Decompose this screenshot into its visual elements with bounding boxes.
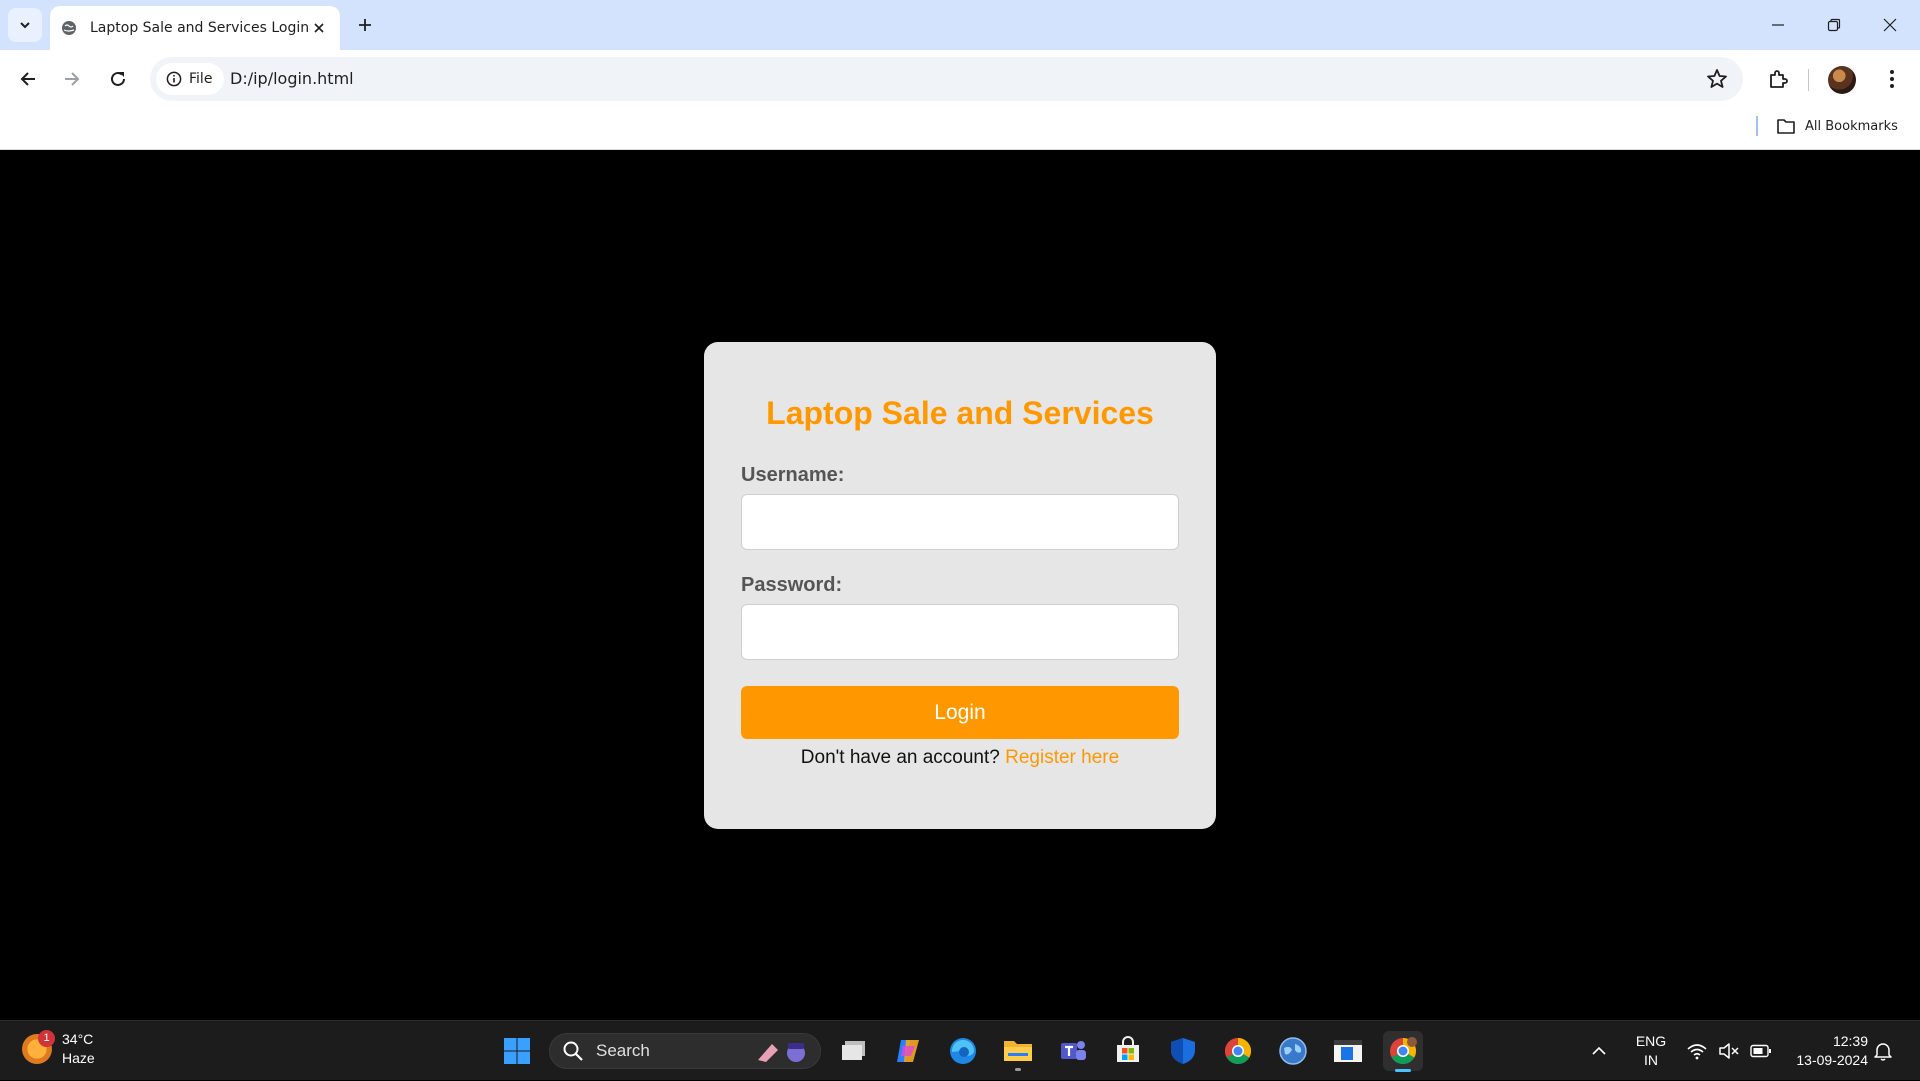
chevron-down-icon: [20, 22, 30, 29]
bookmarks-bar: All Bookmarks: [0, 108, 1920, 150]
login-card: Laptop Sale and Services Username: Passw…: [704, 342, 1216, 829]
language-region: IN: [1644, 1052, 1658, 1068]
active-indicator: [1395, 1069, 1411, 1072]
username-field[interactable]: [741, 494, 1179, 550]
clock-date: 13-09-2024: [1796, 1052, 1868, 1068]
weather-widget[interactable]: 1 34°C Haze: [22, 1030, 95, 1068]
weather-description: Haze: [62, 1050, 95, 1066]
folder-icon: [1777, 119, 1795, 134]
chrome-icon[interactable]: [1218, 1031, 1258, 1071]
weather-temperature: 34°C: [62, 1031, 94, 1047]
forward-button[interactable]: [54, 61, 90, 97]
site-info-label: File: [189, 71, 213, 87]
notification-badge: 1: [38, 1030, 55, 1047]
register-line: Don't have an account? Register here: [741, 747, 1179, 769]
running-indicator: [1015, 1068, 1021, 1071]
tab-title: Laptop Sale and Services Login: [90, 20, 308, 36]
extensions-icon[interactable]: [1762, 63, 1794, 95]
clock-time: 12:39: [1832, 1033, 1868, 1049]
app-window-icon[interactable]: [1328, 1031, 1368, 1071]
all-bookmarks-label: All Bookmarks: [1805, 118, 1898, 134]
language-indicator[interactable]: ENG IN: [1634, 1021, 1668, 1081]
restore-icon: [1827, 18, 1841, 32]
page-viewport: Laptop Sale and Services Username: Passw…: [0, 151, 1920, 1020]
copilot-icon[interactable]: [888, 1031, 928, 1071]
bookmark-star-icon[interactable]: [1705, 67, 1729, 91]
windows-start-icon[interactable]: [497, 1031, 537, 1071]
search-label: Search: [596, 1041, 650, 1060]
notifications-button[interactable]: [1874, 1021, 1892, 1081]
info-icon: [166, 71, 182, 87]
back-button[interactable]: [10, 61, 46, 97]
globe-icon: [60, 19, 78, 37]
password-field[interactable]: [741, 604, 1179, 660]
tab-strip: Laptop Sale and Services Login: [0, 0, 1920, 50]
bell-icon: [1874, 1043, 1892, 1061]
weather-icon: 1: [22, 1030, 55, 1064]
restore-button[interactable]: [1806, 0, 1862, 50]
all-bookmarks-button[interactable]: All Bookmarks: [1776, 114, 1898, 138]
close-window-button[interactable]: [1862, 0, 1918, 50]
more-menu-icon[interactable]: [1876, 63, 1908, 95]
page-title: Laptop Sale and Services: [766, 395, 1154, 431]
wifi-icon: [1687, 1044, 1707, 1060]
file-explorer-icon[interactable]: [998, 1031, 1038, 1071]
taskbar-search[interactable]: Search: [549, 1033, 821, 1069]
new-tab-button[interactable]: [352, 12, 378, 38]
username-label: Username:: [741, 464, 845, 486]
chevron-up-icon: [1592, 1046, 1606, 1055]
toolbar-divider: [1808, 69, 1809, 91]
show-hidden-icons[interactable]: [1590, 1021, 1608, 1081]
site-info-chip[interactable]: File: [156, 63, 225, 95]
system-tray[interactable]: [1686, 1021, 1772, 1081]
address-bar[interactable]: File D:/ip/login.html: [150, 57, 1743, 101]
search-highlight-icon: [758, 1043, 805, 1062]
language-code: ENG: [1635, 1033, 1667, 1049]
task-view-icon[interactable]: [834, 1031, 874, 1071]
taskbar: 1 34°C Haze Search ENG IN 12:39 13-09-20…: [0, 1020, 1920, 1080]
plus-icon: [359, 19, 371, 31]
defender-icon[interactable]: [1163, 1031, 1203, 1071]
minimize-button[interactable]: [1750, 0, 1806, 50]
arrow-right-icon: [65, 72, 80, 86]
arrow-left-icon: [20, 72, 35, 86]
network-globe-icon[interactable]: [1273, 1031, 1313, 1071]
login-button[interactable]: Login: [741, 686, 1179, 739]
chrome-active-icon[interactable]: [1383, 1031, 1423, 1072]
search-icon: [563, 1041, 583, 1061]
volume-muted-icon: [1719, 1043, 1739, 1059]
microsoft-store-icon[interactable]: [1108, 1031, 1148, 1071]
password-label: Password:: [741, 574, 843, 596]
bookmarks-divider: [1756, 116, 1758, 136]
minimize-icon: [1772, 24, 1784, 26]
edge-icon[interactable]: [943, 1031, 983, 1071]
profile-avatar[interactable]: [1828, 66, 1856, 94]
clock[interactable]: 12:39 13-09-2024: [1782, 1021, 1868, 1081]
reload-icon: [111, 71, 125, 86]
register-link[interactable]: Register here: [1005, 747, 1119, 768]
browser-toolbar: File D:/ip/login.html: [0, 50, 1920, 108]
reload-button[interactable]: [100, 61, 136, 97]
teams-icon[interactable]: [1053, 1031, 1093, 1071]
close-icon: [1883, 18, 1897, 32]
battery-icon: [1750, 1044, 1771, 1058]
close-tab-icon[interactable]: [308, 17, 330, 39]
browser-tab[interactable]: Laptop Sale and Services Login: [50, 6, 340, 50]
url-text[interactable]: D:/ip/login.html: [230, 69, 354, 88]
tab-search-button[interactable]: [8, 8, 42, 42]
register-prompt: Don't have an account?: [800, 747, 1000, 768]
